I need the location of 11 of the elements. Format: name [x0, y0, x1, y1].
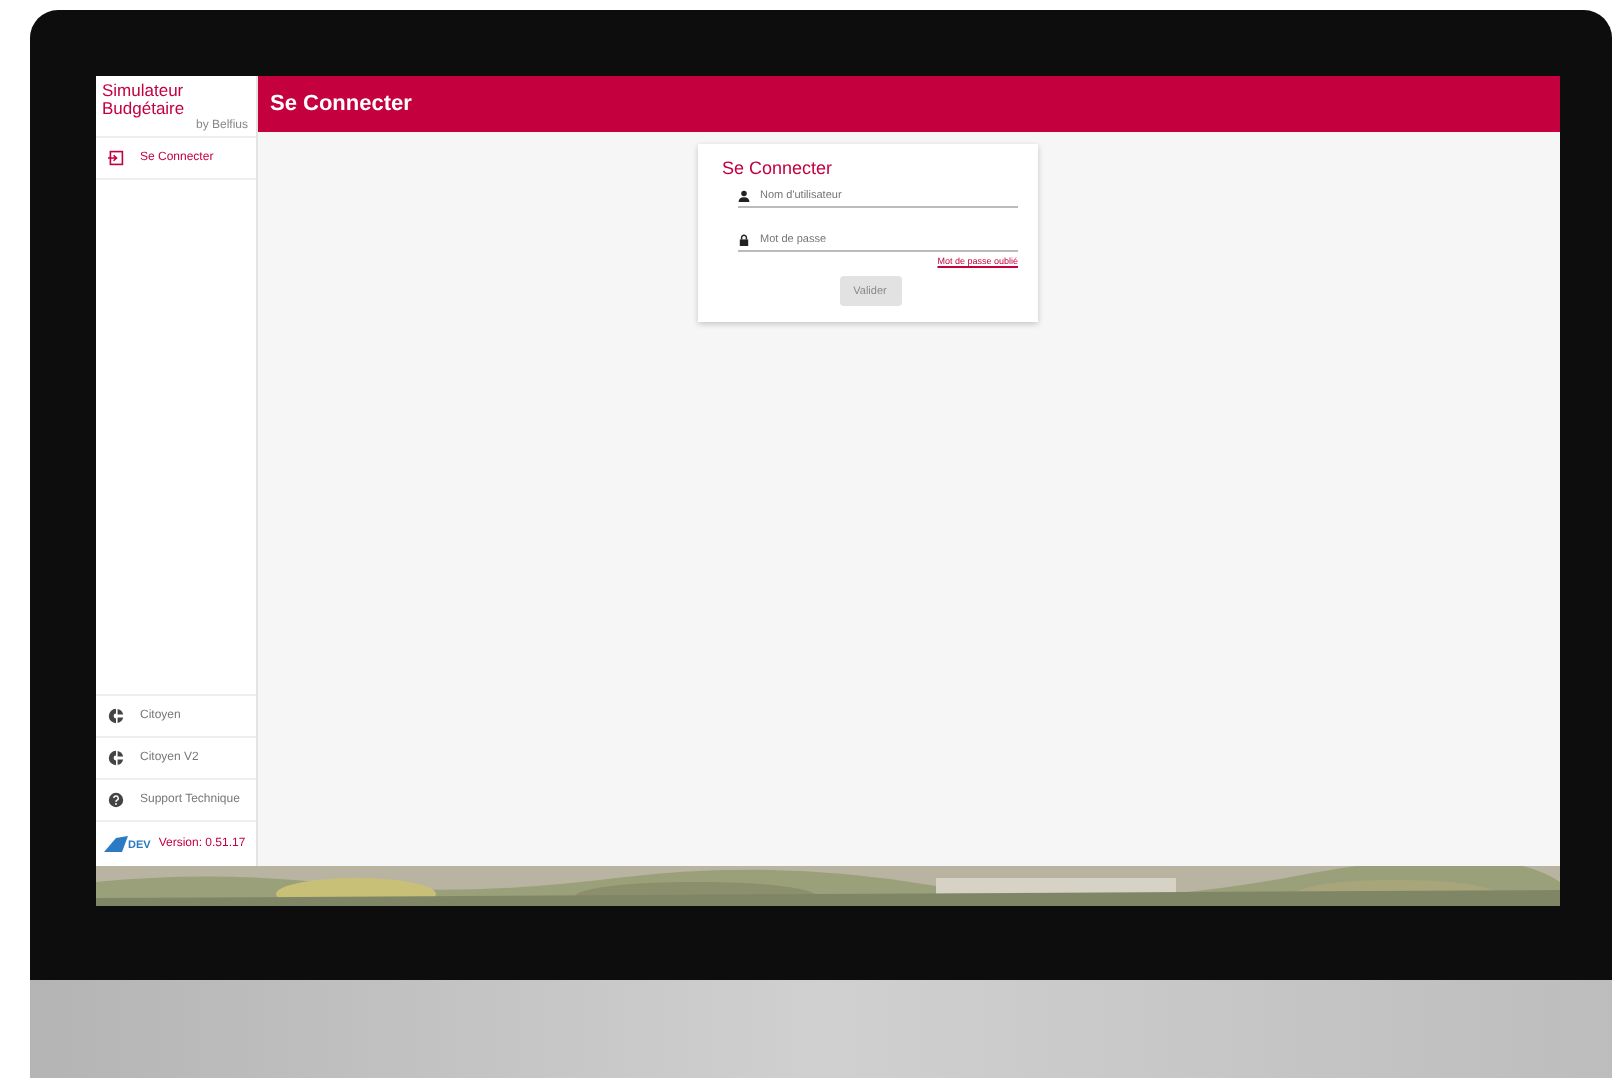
app-title: Budgétaire: [102, 100, 187, 118]
pie-icon: [108, 708, 124, 724]
lock-icon: [738, 234, 750, 246]
page-title: Se Connecter: [270, 92, 412, 116]
wave-icon: [104, 836, 128, 852]
help-icon: [108, 792, 124, 808]
pie-icon: [108, 750, 124, 766]
user-icon: [738, 190, 750, 202]
login-icon: [108, 150, 124, 166]
card-title: Se Connecter: [722, 158, 835, 178]
app-title: Simulateur: [102, 82, 186, 100]
